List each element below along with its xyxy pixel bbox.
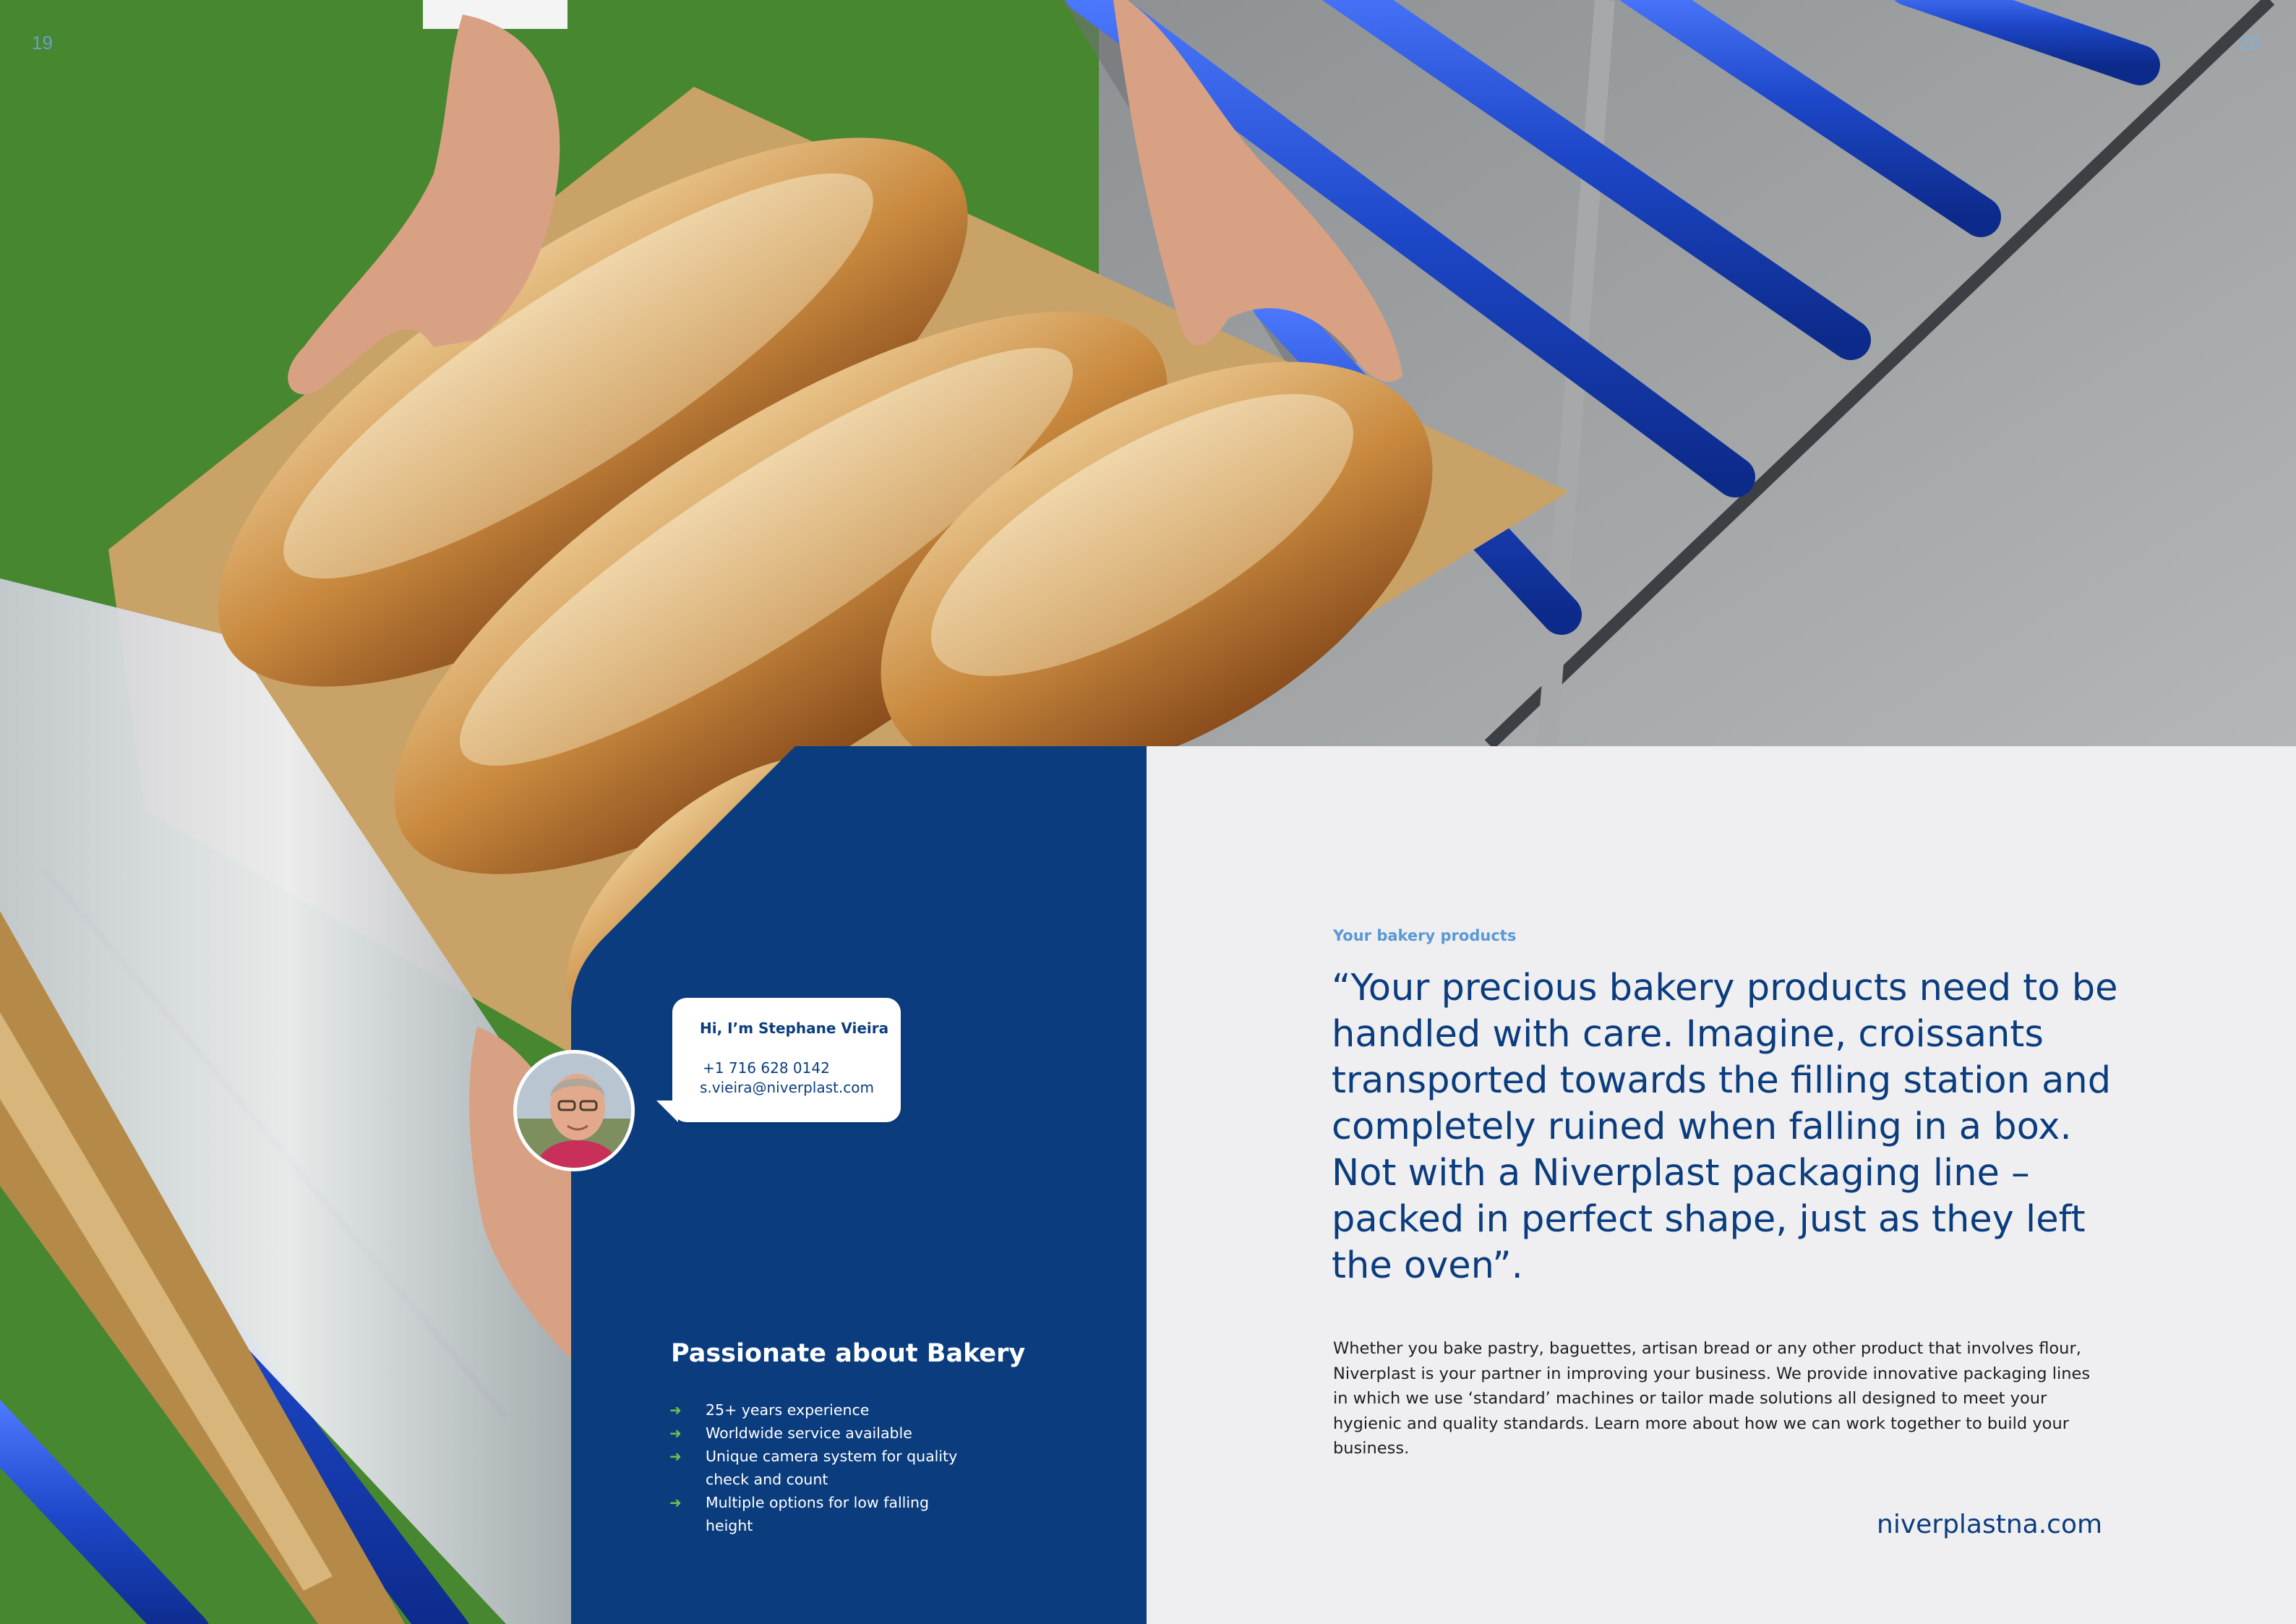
feature-title: Passionate about Bakery (671, 1339, 1026, 1368)
list-item-text: Multiple options for low falling height (706, 1494, 930, 1534)
list-item: ➜ Unique camera system for quality check … (669, 1445, 973, 1491)
body-paragraph: Whether you bake pastry, baguettes, arti… (1333, 1339, 2091, 1458)
contact-phone[interactable]: +1 716 628 0142 (703, 1059, 830, 1077)
feature-list: ➜ 25+ years experience ➜ Worldwide service… (669, 1398, 973, 1537)
arrow-right-icon: ➜ (669, 1494, 682, 1511)
website-link[interactable]: niverplastna.com (1877, 1510, 2102, 1539)
pull-quote: “Your precious bakery products need to b… (1332, 967, 2118, 1287)
list-item: ➜ 25+ years experience (669, 1398, 973, 1422)
contact-greeting: Hi, I’m Stephane Vieira (700, 1020, 889, 1037)
page-number-left: 19 (32, 32, 53, 54)
arrow-right-icon: ➜ (669, 1401, 682, 1419)
page-number-right: 20 (2240, 32, 2261, 54)
arrow-right-icon: ➜ (669, 1424, 682, 1442)
list-item-text: 25+ years experience (706, 1401, 870, 1419)
list-item: ➜ Multiple options for low falling height (669, 1491, 973, 1537)
avatar (513, 1050, 635, 1171)
list-item-text: Unique camera system for quality check a… (706, 1448, 958, 1488)
contact-bubble: Hi, I’m Stephane Vieira +1 716 628 0142 … (656, 998, 901, 1122)
contact-email[interactable]: s.vieira@niverplast.com (700, 1079, 874, 1096)
section-kicker: Your bakery products (1333, 927, 1517, 944)
list-item-text: Worldwide service available (706, 1424, 912, 1442)
list-item: ➜ Worldwide service available (669, 1422, 973, 1445)
arrow-right-icon: ➜ (669, 1448, 682, 1465)
bubble-tail (656, 1101, 678, 1122)
